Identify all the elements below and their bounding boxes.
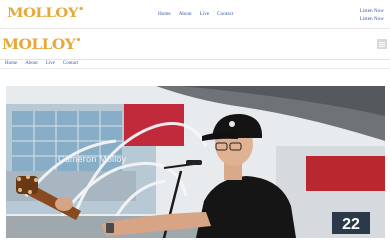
top-nav: Home About Live Contact <box>158 11 233 17</box>
listen-now-link[interactable]: Listen Now <box>360 8 384 14</box>
top-header: MOLLOY Home About Live Contact Listen No… <box>0 0 390 29</box>
scoreboard-number: 22 <box>342 216 360 233</box>
main-nav-about[interactable]: About <box>25 61 38 66</box>
nav-about[interactable]: About <box>179 11 192 17</box>
mobile-logo-text: MOLLOY <box>2 37 76 53</box>
main-nav: Home About Live Contact <box>5 61 78 66</box>
mobile-header: MOLLOY <box>0 30 390 60</box>
main-nav-contact[interactable]: Contact <box>63 61 79 66</box>
nav-contact[interactable]: Contact <box>217 11 233 17</box>
logo-text: MOLLOY <box>7 6 78 21</box>
nav-home[interactable]: Home <box>158 11 171 17</box>
mobile-logo[interactable]: MOLLOY <box>2 38 80 52</box>
main-nav-home[interactable]: Home <box>5 61 17 66</box>
hero-caption: Cameron Molloy <box>58 154 127 164</box>
nav-divider <box>0 68 390 69</box>
nav-live[interactable]: Live <box>200 11 210 17</box>
hamburger-icon[interactable] <box>377 39 387 49</box>
listen-now-link-secondary[interactable]: Listen Now <box>360 16 384 22</box>
site-logo[interactable]: MOLLOY <box>7 6 83 21</box>
main-nav-live[interactable]: Live <box>46 61 55 66</box>
hero-image: 22 Cameron Molloy <box>6 86 385 238</box>
